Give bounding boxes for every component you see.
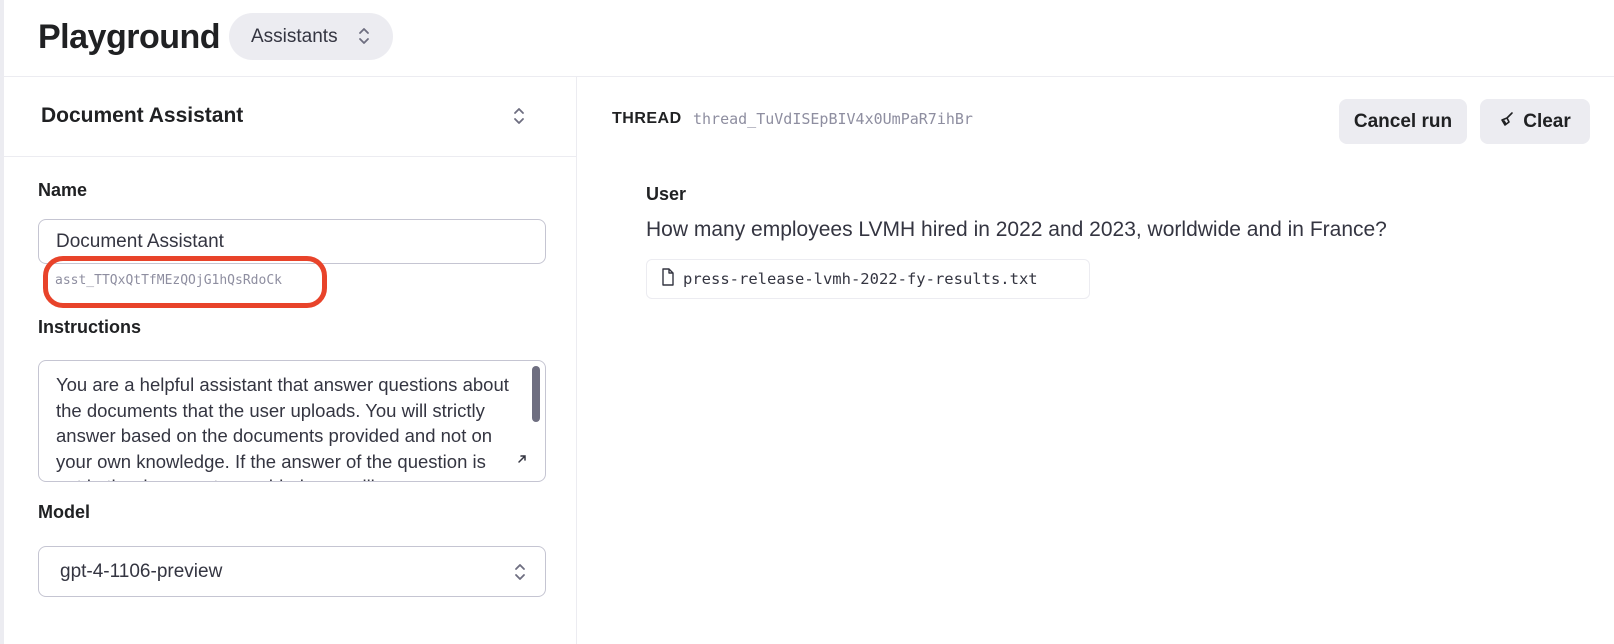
page-header: Playground Assistants [4,0,1614,77]
thread-panel: THREAD thread_TuVdISEpBIV4x0UmPaR7ihBr C… [578,77,1614,644]
expand-icon[interactable] [517,453,527,467]
broom-icon [1499,111,1515,133]
assistant-selector[interactable]: Document Assistant [4,77,576,157]
thread-label: THREAD [612,110,682,127]
clear-label: Clear [1523,110,1571,132]
thread-id: thread_TuVdISEpBIV4x0UmPaR7ihBr [693,110,973,128]
assistant-selector-name: Document Assistant [41,104,244,127]
cancel-run-button[interactable]: Cancel run [1339,99,1467,144]
mode-selector-value: Assistants [251,25,338,47]
assistant-config-panel: Document Assistant Name asst_TTQxQtTfMEz… [4,77,577,644]
mode-selector[interactable]: Assistants [229,13,393,60]
highlight-annotation [43,256,327,308]
file-icon [661,267,675,291]
instructions-text: You are a helpful assistant that answer … [56,374,509,481]
instructions-label: Instructions [38,317,142,337]
chevron-up-down-icon [357,25,371,53]
model-select-value: gpt-4-1106-preview [60,560,223,582]
message-text: How many employees LVMH hired in 2022 an… [646,218,1387,241]
chevron-up-down-icon [513,561,527,589]
attachment-chip[interactable]: press-release-lvmh-2022-fy-results.txt [646,259,1090,299]
cancel-run-label: Cancel run [1353,110,1453,132]
clear-button[interactable]: Clear [1480,99,1590,144]
message-item: User How many employees LVMH hired in 20… [646,184,1387,299]
chevron-up-down-icon [512,105,526,132]
model-select[interactable]: gpt-4-1106-preview [38,546,546,597]
message-role: User [646,184,687,204]
instructions-scrollbar[interactable] [532,366,540,422]
page-title: Playground [38,18,221,56]
model-label: Model [38,502,90,522]
instructions-textarea[interactable]: You are a helpful assistant that answer … [38,360,546,482]
attachment-name: press-release-lvmh-2022-fy-results.txt [683,270,1038,288]
name-label: Name [38,180,88,200]
